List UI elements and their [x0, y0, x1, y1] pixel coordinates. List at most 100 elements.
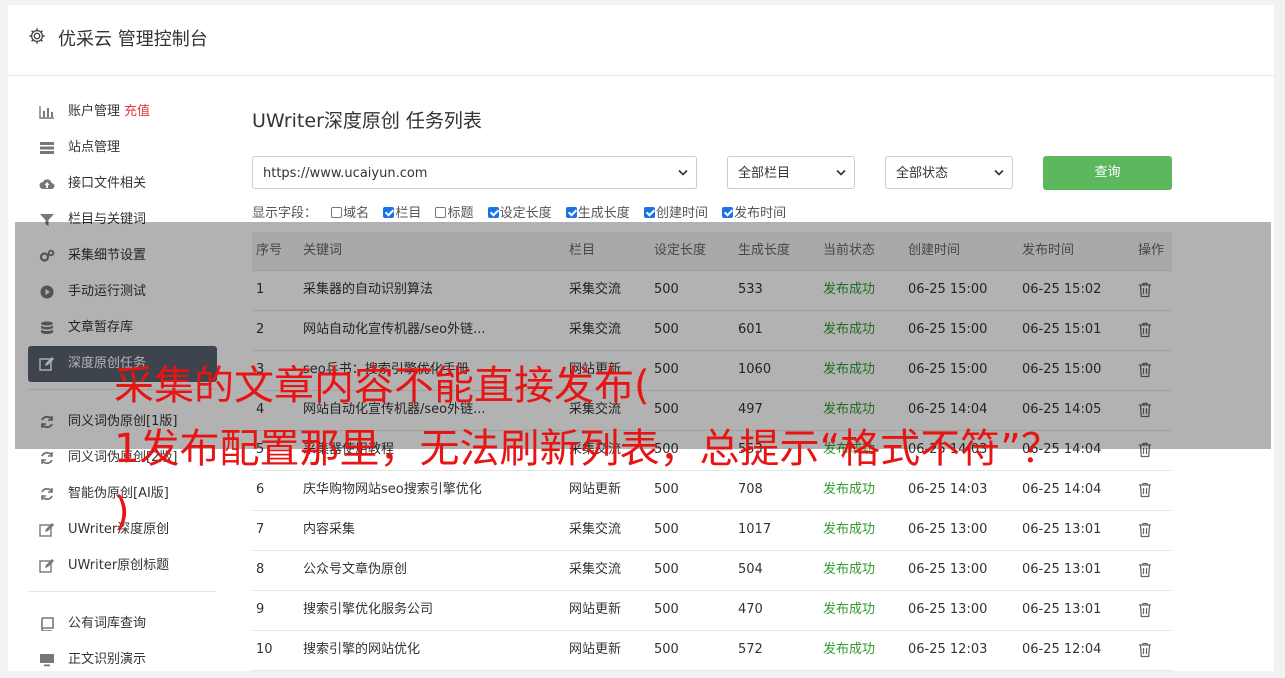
field-checkbox-column[interactable]: [383, 207, 395, 218]
table-cell: 网站更新: [569, 642, 622, 657]
top-bar: 优采云 管理控制台: [8, 5, 1274, 76]
table-cell: 网站更新: [569, 602, 622, 617]
table-cell: 504: [738, 562, 763, 577]
trash-icon[interactable]: [1138, 602, 1152, 618]
sidebar-item-sites[interactable]: 站点管理: [28, 130, 217, 166]
table-cell: 500: [654, 562, 679, 577]
table-row: 7 内容采集 采集交流 500 1017 发布成功 06-25 13:00 06-25 13:…: [252, 511, 1172, 551]
sidebar-item-label: UWriter原创标题: [68, 558, 170, 573]
table-cell: 公众号文章伪原创: [303, 562, 408, 577]
display-fields-label: 显示字段：: [252, 206, 318, 221]
trash-icon[interactable]: [1138, 562, 1152, 578]
sidebar-item-uwriter-title[interactable]: UWriter原创标题: [28, 548, 217, 584]
trash-icon[interactable]: [1138, 642, 1152, 658]
recharge-link[interactable]: 充值: [124, 104, 150, 119]
monitor-icon: [40, 654, 54, 667]
sidebar-item-api-files[interactable]: 接口文件相关: [28, 166, 217, 202]
bar-chart-icon: [39, 106, 54, 119]
table-cell: 搜索引擎的网站优化: [303, 642, 421, 657]
status-badge: 发布成功: [823, 522, 876, 537]
table-cell: 06-25 13:01: [1022, 562, 1102, 577]
field-label: 设定长度: [499, 206, 552, 221]
status-badge: 发布成功: [823, 562, 876, 577]
status-badge: 发布成功: [823, 602, 876, 617]
cloud-upload-icon: [39, 179, 55, 189]
gear-icon: [29, 28, 45, 44]
status-badge: 发布成功: [823, 482, 876, 497]
table-cell: 搜索引擎优化服务公司: [303, 602, 434, 617]
table-cell: 06-25 13:00: [908, 522, 988, 537]
field-label: 生成长度: [577, 206, 630, 221]
caption-line-1: 采集的文章内容不能直接发布(: [114, 363, 650, 409]
table-cell: 1017: [738, 522, 772, 537]
chevron-down-icon: [994, 169, 1004, 176]
sidebar-item-account[interactable]: 账户管理 充值: [28, 94, 217, 130]
field-label: 创建时间: [655, 206, 708, 221]
sidebar-item-label: 接口文件相关: [68, 176, 147, 191]
sidebar-item-public-lexicon[interactable]: 公有词库查询: [28, 606, 217, 642]
field-checkbox-domain[interactable]: [331, 207, 343, 218]
column-select[interactable]: 全部栏目: [727, 156, 855, 189]
chevron-down-icon: [836, 169, 846, 176]
table-cell: 06-25 13:00: [908, 602, 988, 617]
field-label: 发布时间: [734, 206, 787, 221]
column-select-value: 全部栏目: [738, 166, 791, 181]
trash-icon[interactable]: [1138, 482, 1152, 498]
table-cell: 06-25 13:00: [908, 562, 988, 577]
table-cell: 10: [256, 642, 273, 657]
table-cell: 500: [654, 642, 679, 657]
refresh-icon: [41, 451, 53, 465]
status-select-value: 全部状态: [896, 166, 949, 181]
field-checkbox-published[interactable]: [722, 207, 734, 218]
site-select-value: https://www.ucaiyun.com: [263, 166, 428, 181]
field-checkbox-created[interactable]: [643, 207, 655, 218]
table-cell: 9: [256, 602, 265, 617]
table-cell: 500: [654, 482, 679, 497]
table-row: 8 公众号文章伪原创 采集交流 500 504 发布成功 06-25 13:00 06-25 …: [252, 551, 1172, 591]
query-button[interactable]: 查询: [1043, 156, 1172, 190]
table-cell: 采集交流: [569, 522, 622, 537]
table-cell: 6: [256, 482, 265, 497]
table-cell: 500: [654, 522, 679, 537]
dim-overlay: [15, 222, 1271, 449]
caption-line-2: 1发布配置那里，无法刷新列表，总提示“格式不符”？: [114, 426, 1061, 472]
table-row: 10 搜索引擎的网站优化 网站更新 500 572 发布成功 06-25 12:03 06-2…: [252, 631, 1172, 671]
book-icon: [41, 617, 54, 631]
sidebar-item-label: 正文识别演示: [68, 652, 147, 667]
table-cell: 庆华购物网站seo搜索引擎优化: [303, 482, 482, 497]
table-cell: 500: [654, 602, 679, 617]
table-row: 6 庆华购物网站seo搜索引擎优化 网站更新 500 708 发布成功 06-25 14:0…: [252, 471, 1172, 511]
field-checkbox-title[interactable]: [435, 207, 447, 218]
table-cell: 06-25 12:04: [1022, 642, 1102, 657]
server-icon: [40, 142, 54, 154]
sidebar-item-label: 账户管理: [68, 104, 121, 119]
table-cell: 06-25 12:03: [908, 642, 988, 657]
field-checkbox-set-length[interactable]: [487, 207, 499, 218]
app-title: 优采云 管理控制台: [58, 29, 208, 50]
site-select[interactable]: https://www.ucaiyun.com: [252, 156, 697, 189]
field-checkbox-gen-length[interactable]: [565, 207, 577, 218]
table-cell: 470: [738, 602, 763, 617]
table-cell: 06-25 13:01: [1022, 602, 1102, 617]
field-label: 栏目: [395, 206, 422, 221]
table-cell: 06-25 14:03: [908, 482, 988, 497]
table-cell: 内容采集: [303, 522, 356, 537]
sidebar-item-label: 站点管理: [68, 140, 121, 155]
caption-line-3: ): [114, 489, 130, 535]
table-cell: 采集交流: [569, 562, 622, 577]
table-cell: 708: [738, 482, 763, 497]
edit-icon: [39, 559, 54, 573]
trash-icon[interactable]: [1138, 522, 1152, 538]
table-cell: 06-25 13:01: [1022, 522, 1102, 537]
table-cell: 7: [256, 522, 265, 537]
page-title: UWriter深度原创 任务列表: [252, 110, 482, 132]
chevron-down-icon: [678, 169, 688, 176]
status-select[interactable]: 全部状态: [885, 156, 1013, 189]
sidebar-item-text-recognition[interactable]: 正文识别演示: [28, 642, 217, 678]
field-label: 域名: [343, 206, 370, 221]
table-cell: 572: [738, 642, 763, 657]
refresh-icon: [41, 487, 53, 501]
status-badge: 发布成功: [823, 642, 876, 657]
table-cell: 06-25 14:04: [1022, 482, 1102, 497]
sidebar-item-label: 公有词库查询: [68, 616, 147, 631]
